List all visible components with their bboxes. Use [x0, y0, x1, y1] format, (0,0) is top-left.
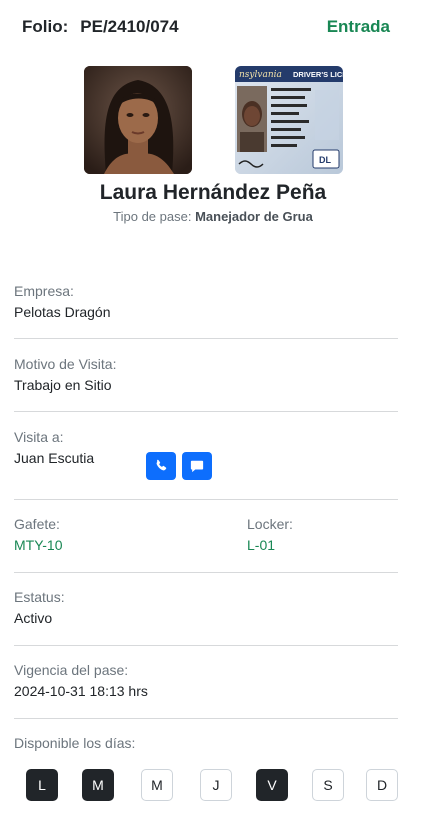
validity-value: 2024-10-31 18:13 hrs [14, 683, 148, 699]
badge-value: MTY-10 [14, 537, 63, 553]
day-monday[interactable]: L [26, 769, 58, 801]
company-label: Empresa: [14, 283, 74, 299]
visitor-portrait [84, 66, 192, 174]
divider [14, 572, 398, 573]
reason-label: Motivo de Visita: [14, 356, 117, 372]
pass-type-label: Tipo de pase: [113, 209, 192, 224]
id-card-photo[interactable]: nsylvania DRIVER'S LICE DL [235, 66, 343, 174]
status-value: Activo [14, 610, 53, 626]
visitor-photo[interactable] [84, 66, 192, 174]
status-field: Estatus: Activo [14, 589, 65, 626]
validity-label: Vigencia del pase: [14, 662, 129, 678]
id-state-text: nsylvania [239, 70, 282, 80]
company-value: Pelotas Dragón [14, 304, 111, 320]
locker-label: Locker: [247, 516, 293, 532]
days-selector: L M M J V S D [26, 769, 400, 803]
day-tuesday[interactable]: M [82, 769, 114, 801]
status-label: Estatus: [14, 589, 65, 605]
company-field: Empresa: Pelotas Dragón [14, 283, 111, 320]
folio-value: PE/2410/074 [80, 17, 179, 36]
pass-type-value: Manejador de Grua [195, 209, 313, 224]
divider [14, 499, 398, 500]
id-card-image: nsylvania DRIVER'S LICE DL [235, 66, 343, 174]
day-friday[interactable]: V [256, 769, 288, 801]
id-title-text: DRIVER'S LICE [293, 70, 343, 79]
day-wednesday[interactable]: M [141, 769, 173, 801]
divider [14, 718, 398, 719]
id-class-text: DL [319, 155, 331, 165]
phone-icon [156, 459, 167, 471]
folio-label: Folio: [22, 17, 69, 36]
message-icon [190, 460, 204, 473]
divider [14, 411, 398, 412]
folio: Folio: PE/2410/074 [22, 17, 179, 37]
reason-field: Motivo de Visita: Trabajo en Sitio [14, 356, 116, 393]
day-sunday[interactable]: D [366, 769, 398, 801]
badge-field: Gafete: MTY-10 [14, 516, 63, 553]
movement-type: Entrada [326, 17, 390, 36]
pass-type: Tipo de pase: Manejador de Grua [0, 209, 426, 224]
call-host-button[interactable] [146, 452, 176, 480]
divider [14, 645, 398, 646]
message-host-button[interactable] [182, 452, 212, 480]
header: Folio: PE/2410/074 Entrada [22, 16, 390, 38]
host-field: Visita a: Juan Escutia [14, 429, 94, 466]
validity-field: Vigencia del pase: 2024-10-31 18:13 hrs [14, 662, 148, 699]
locker-value: L-01 [247, 537, 276, 553]
day-saturday[interactable]: S [312, 769, 344, 801]
host-value: Juan Escutia [14, 450, 95, 466]
divider [14, 338, 398, 339]
host-label: Visita a: [14, 429, 64, 445]
locker-field: Locker: L-01 [247, 516, 293, 553]
badge-label: Gafete: [14, 516, 60, 532]
days-field: Disponible los días: [14, 735, 135, 751]
days-label: Disponible los días: [14, 735, 136, 751]
visitor-name: Laura Hernández Peña [99, 181, 327, 204]
day-thursday[interactable]: J [200, 769, 232, 801]
reason-value: Trabajo en Sitio [14, 377, 112, 393]
